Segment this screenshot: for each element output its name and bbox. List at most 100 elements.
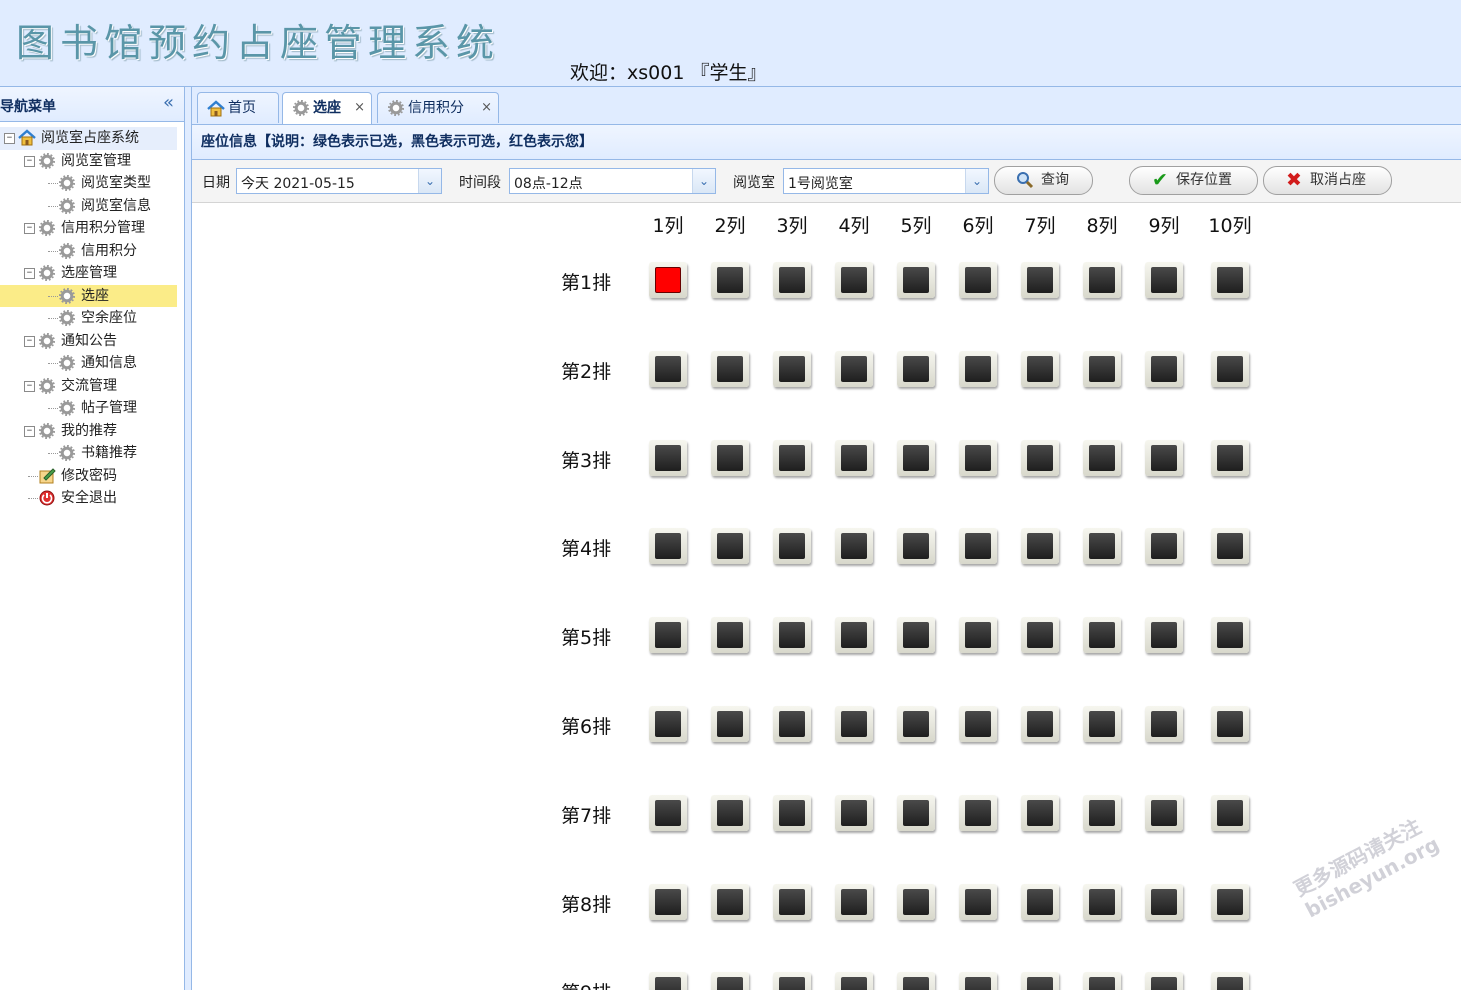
seat-available[interactable] <box>1083 972 1121 990</box>
seat-available[interactable] <box>711 350 749 387</box>
close-icon[interactable]: × <box>481 93 492 123</box>
seat-available[interactable] <box>1211 972 1249 990</box>
seat-available[interactable] <box>1021 262 1059 298</box>
seat-available[interactable] <box>649 350 687 387</box>
seat-available[interactable] <box>773 439 811 476</box>
tree-collapse-toggle-icon[interactable]: − <box>24 223 35 234</box>
seat-available[interactable] <box>773 262 811 298</box>
nav-item-12[interactable]: 帖子管理 <box>0 397 184 420</box>
seat-available[interactable] <box>1021 350 1059 387</box>
search-button[interactable]: 查询 <box>994 166 1093 195</box>
seat-available[interactable] <box>1083 617 1121 654</box>
seat-available[interactable] <box>1211 439 1249 476</box>
tab-2[interactable]: 信用积分 × <box>377 92 499 123</box>
seat-available[interactable] <box>1083 706 1121 742</box>
seat-available[interactable] <box>649 439 687 476</box>
seat-available[interactable] <box>897 883 935 920</box>
seat-available[interactable] <box>1211 794 1249 831</box>
seat-available[interactable] <box>1145 262 1183 298</box>
seat-available[interactable] <box>1145 883 1183 920</box>
seat-available[interactable] <box>897 794 935 831</box>
close-icon[interactable]: × <box>354 93 365 123</box>
seat-available[interactable] <box>835 972 873 990</box>
nav-item-16[interactable]: 安全退出 <box>0 487 184 510</box>
chevron-down-icon[interactable]: ⌄ <box>965 169 988 193</box>
seat-available[interactable] <box>1211 617 1249 654</box>
nav-item-13[interactable]: − 我的推荐 <box>0 420 184 443</box>
seat-available[interactable] <box>711 883 749 920</box>
seat-available[interactable] <box>897 439 935 476</box>
seat-available[interactable] <box>959 706 997 742</box>
nav-item-14[interactable]: 书籍推荐 <box>0 442 184 465</box>
seat-available[interactable] <box>959 794 997 831</box>
seat-available[interactable] <box>711 972 749 990</box>
seat-available[interactable] <box>1083 883 1121 920</box>
seat-available[interactable] <box>1083 350 1121 387</box>
seat-available[interactable] <box>1145 706 1183 742</box>
seat-available[interactable] <box>959 883 997 920</box>
nav-item-6[interactable]: − 选座管理 <box>0 262 184 285</box>
seat-available[interactable] <box>897 528 935 565</box>
seat-available[interactable] <box>959 350 997 387</box>
cancel-seat-button[interactable]: ✖ 取消占座 <box>1263 166 1392 195</box>
seat-available[interactable] <box>773 794 811 831</box>
layout-splitter[interactable] <box>185 87 192 990</box>
nav-item-7[interactable]: 选座 <box>0 284 177 307</box>
seat-available[interactable] <box>1021 439 1059 476</box>
seat-available[interactable] <box>1211 883 1249 920</box>
tab-1[interactable]: 选座 × <box>282 92 372 124</box>
seat-available[interactable] <box>1021 794 1059 831</box>
nav-item-3[interactable]: 阅览室信息 <box>0 195 184 218</box>
seat-available[interactable] <box>1211 706 1249 742</box>
seat-available[interactable] <box>897 262 935 298</box>
seat-available[interactable] <box>649 883 687 920</box>
seat-available[interactable] <box>711 794 749 831</box>
seat-available[interactable] <box>773 350 811 387</box>
seat-available[interactable] <box>711 706 749 742</box>
seat-available[interactable] <box>711 617 749 654</box>
nav-item-1[interactable]: − 阅览室管理 <box>0 150 184 173</box>
seat-available[interactable] <box>897 972 935 990</box>
nav-item-0[interactable]: − 阅览室占座系统 <box>0 127 177 150</box>
seat-available[interactable] <box>1211 350 1249 387</box>
seat-available[interactable] <box>1145 439 1183 476</box>
chevron-down-icon[interactable]: ⌄ <box>692 169 715 193</box>
seat-available[interactable] <box>835 706 873 742</box>
nav-item-10[interactable]: 通知信息 <box>0 352 184 375</box>
seat-available[interactable] <box>959 617 997 654</box>
nav-item-5[interactable]: 信用积分 <box>0 240 184 263</box>
seat-available[interactable] <box>649 794 687 831</box>
seat-available[interactable] <box>711 262 749 298</box>
seat-available[interactable] <box>835 528 873 565</box>
period-select[interactable]: 08点-12点 ⌄ <box>509 168 716 194</box>
seat-available[interactable] <box>959 439 997 476</box>
seat-available[interactable] <box>1145 350 1183 387</box>
seat-available[interactable] <box>897 350 935 387</box>
seat-available[interactable] <box>897 706 935 742</box>
seat-available[interactable] <box>897 617 935 654</box>
nav-item-2[interactable]: 阅览室类型 <box>0 172 184 195</box>
seat-available[interactable] <box>835 350 873 387</box>
seat-mine[interactable] <box>649 262 687 298</box>
seat-available[interactable] <box>773 617 811 654</box>
seat-available[interactable] <box>959 262 997 298</box>
seat-available[interactable] <box>835 794 873 831</box>
seat-available[interactable] <box>711 439 749 476</box>
seat-available[interactable] <box>1083 262 1121 298</box>
tree-collapse-toggle-icon[interactable]: − <box>24 380 35 392</box>
date-select[interactable]: 今天 2021-05-15 ⌄ <box>236 168 442 194</box>
room-select[interactable]: 1号阅览室 ⌄ <box>783 168 989 194</box>
seat-available[interactable] <box>649 617 687 654</box>
seat-available[interactable] <box>959 528 997 565</box>
seat-available[interactable] <box>1083 439 1121 476</box>
tree-collapse-toggle-icon[interactable]: − <box>24 155 35 167</box>
tree-collapse-toggle-icon[interactable]: − <box>24 268 35 279</box>
chevron-down-icon[interactable]: ⌄ <box>418 169 441 193</box>
seat-available[interactable] <box>1211 528 1249 565</box>
seat-available[interactable] <box>649 972 687 990</box>
seat-available[interactable] <box>1145 617 1183 654</box>
seat-available[interactable] <box>1083 794 1121 831</box>
seat-available[interactable] <box>835 262 873 298</box>
seat-available[interactable] <box>835 617 873 654</box>
seat-available[interactable] <box>959 972 997 990</box>
